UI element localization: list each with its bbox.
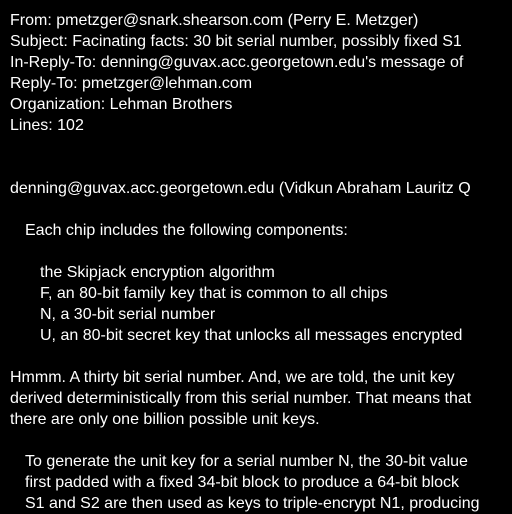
component-item: F, an 80-bit family key that is common t… <box>40 285 388 302</box>
header-organization: Organization: Lehman Brothers <box>10 96 233 113</box>
quote-intro: Each chip includes the following compone… <box>25 222 348 239</box>
header-lines: Lines: 102 <box>10 117 84 134</box>
header-reply-to: Reply-To: pmetzger@lehman.com <box>10 75 253 92</box>
quote2-line: S1 and S2 are then used as keys to tripl… <box>25 495 480 512</box>
comment-line: Hmmm. A thirty bit serial number. And, w… <box>10 369 455 386</box>
component-item: U, an 80-bit secret key that unlocks all… <box>40 327 463 344</box>
quote2-line: first padded with a fixed 34-bit block t… <box>25 474 460 491</box>
component-item: the Skipjack encryption algorithm <box>40 264 275 281</box>
header-subject: Subject: Facinating facts: 30 bit serial… <box>10 33 462 50</box>
header-in-reply-to: In-Reply-To: denning@guvax.acc.georgetow… <box>10 54 464 71</box>
comment-line: derived deterministically from this seri… <box>10 390 472 407</box>
comment-line: there are only one billion possible unit… <box>10 411 320 428</box>
header-from: From: pmetzger@snark.shearson.com (Perry… <box>10 12 419 29</box>
component-item: N, a 30-bit serial number <box>40 306 216 323</box>
quote2-line: To generate the unit key for a serial nu… <box>25 453 468 470</box>
email-document: From: pmetzger@snark.shearson.com (Perry… <box>10 10 512 514</box>
quote-attribution: denning@guvax.acc.georgetown.edu (Vidkun… <box>10 180 471 197</box>
